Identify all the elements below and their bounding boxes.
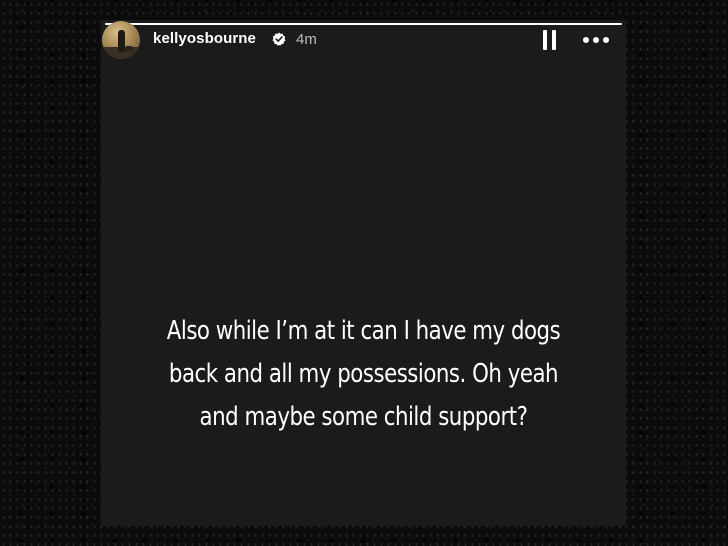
more-dot-1 bbox=[583, 37, 589, 43]
post-time: 4m bbox=[296, 31, 317, 48]
pause-bar-left bbox=[543, 30, 547, 50]
pause-bar-right bbox=[552, 30, 556, 50]
more-dot-2 bbox=[593, 37, 599, 43]
avatar-dog bbox=[125, 46, 133, 51]
avatar-figure bbox=[118, 30, 125, 52]
more-options-icon[interactable] bbox=[583, 32, 609, 48]
story-caption: Also while I’m at it can I have my dogs … bbox=[148, 310, 579, 439]
pause-icon[interactable] bbox=[543, 30, 557, 50]
story-caption-line-1: Also while I’m at it can I have my dogs bbox=[166, 316, 561, 346]
avatar[interactable] bbox=[102, 21, 140, 59]
story-viewer[interactable]: kellyosbourne 4m Also while I’m at it ca… bbox=[101, 20, 626, 526]
story-caption-line-2: back and all my possessions. Oh yeah bbox=[168, 359, 559, 389]
verified-badge-icon bbox=[272, 32, 286, 46]
username-link[interactable]: kellyosbourne bbox=[153, 30, 256, 47]
story-caption-line-3: and maybe some child support? bbox=[199, 402, 528, 432]
more-dot-3 bbox=[603, 37, 609, 43]
story-header: kellyosbourne 4m bbox=[101, 20, 626, 62]
